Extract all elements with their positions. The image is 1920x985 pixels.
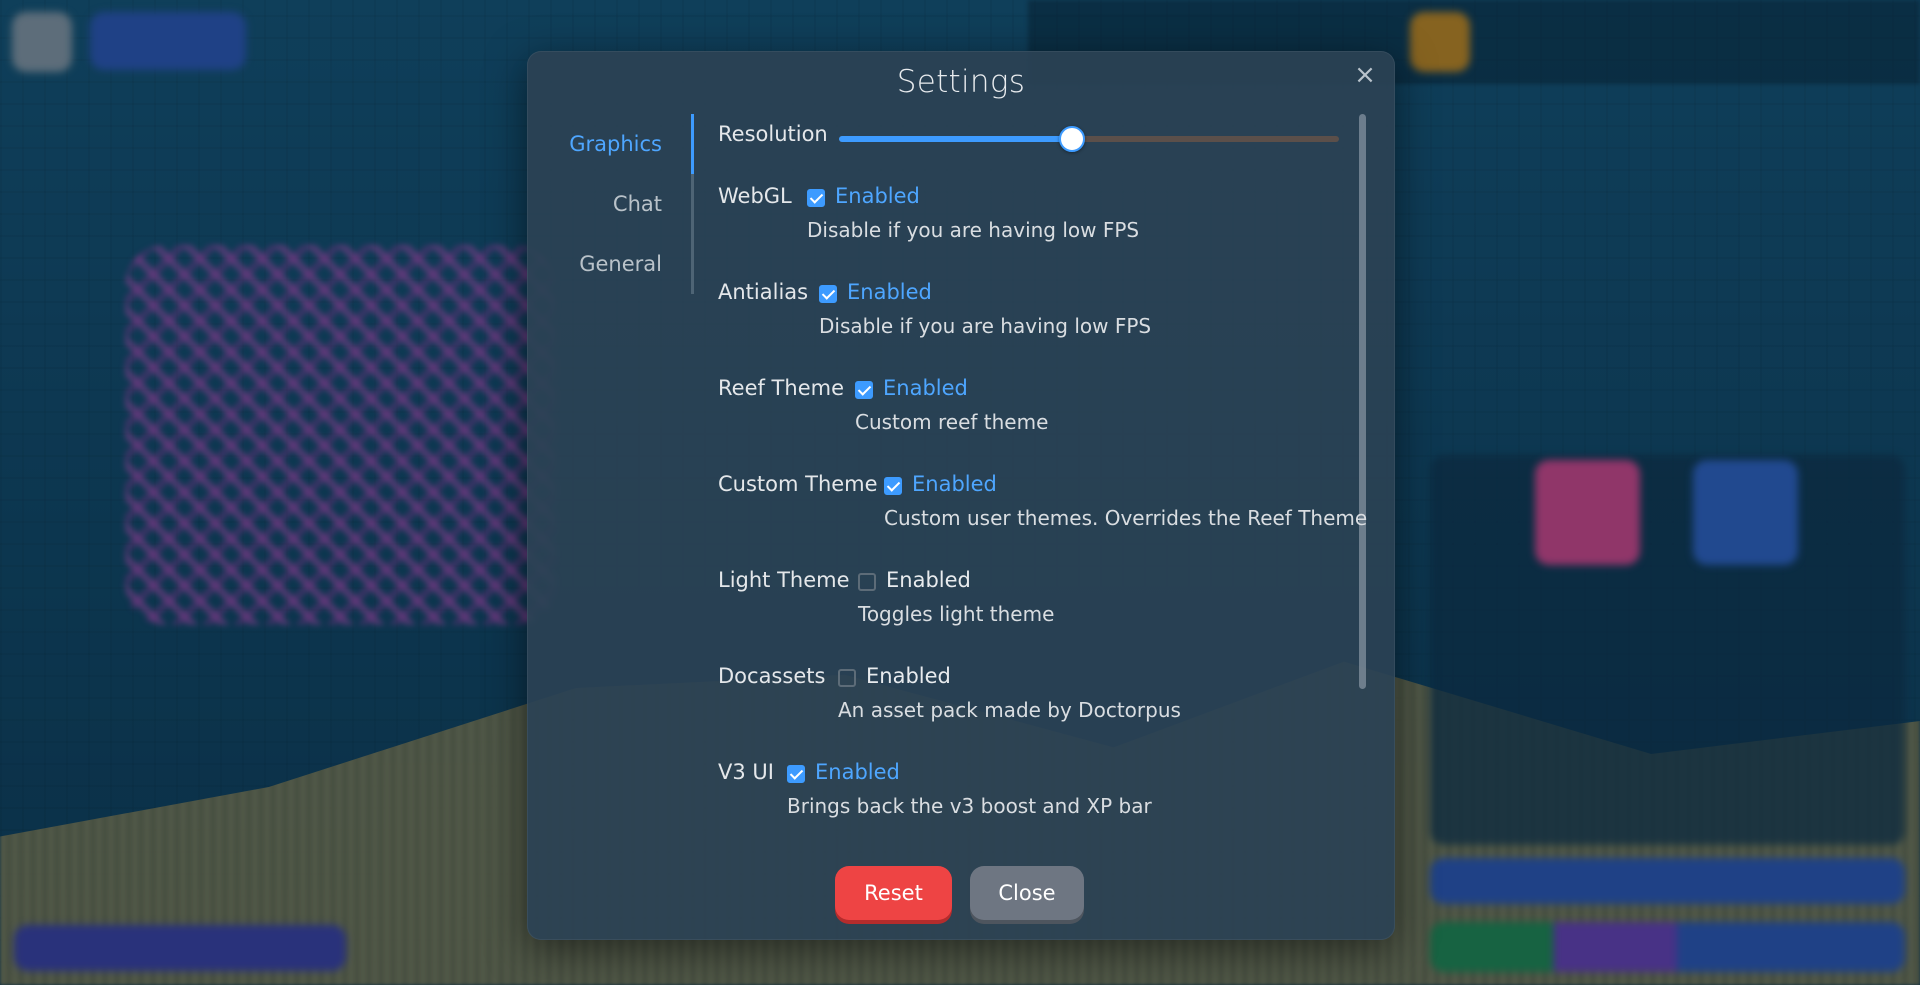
tab-general[interactable]: General xyxy=(528,234,694,294)
custom-theme-checkbox[interactable] xyxy=(884,477,902,495)
reef-theme-checkbox[interactable] xyxy=(855,381,873,399)
tab-chat[interactable]: Chat xyxy=(528,174,694,234)
reef-theme-state-label[interactable]: Enabled xyxy=(883,376,968,400)
resolution-slider-thumb[interactable] xyxy=(1058,126,1085,152)
graphics-settings-panel: Resolution WebGL Enabled Disable if you … xyxy=(718,114,1367,894)
webgl-checkbox[interactable] xyxy=(807,189,825,207)
docassets-checkbox[interactable] xyxy=(838,669,856,687)
settings-nav: Graphics Chat General xyxy=(528,114,694,294)
docassets-state-label[interactable]: Enabled xyxy=(866,664,951,688)
tab-graphics[interactable]: Graphics xyxy=(528,114,694,174)
settings-dialog: Settings × Graphics Chat General Resolut… xyxy=(527,51,1395,940)
antialias-state-label[interactable]: Enabled xyxy=(847,280,932,304)
custom-theme-state-label[interactable]: Enabled xyxy=(912,472,997,496)
resolution-row: Resolution xyxy=(718,122,1339,154)
setting-label: Reef Theme xyxy=(718,376,844,400)
resolution-label: Resolution xyxy=(718,122,828,146)
setting-description: Disable if you are having low FPS xyxy=(819,314,1152,338)
setting-description: An asset pack made by Doctorpus xyxy=(838,698,1181,722)
setting-description: Toggles light theme xyxy=(858,602,1055,626)
dialog-title: Settings xyxy=(896,64,1026,100)
reset-button[interactable]: Reset xyxy=(835,866,952,920)
scrollbar[interactable] xyxy=(1359,114,1366,689)
close-icon[interactable]: × xyxy=(1352,62,1378,88)
light-theme-state-label[interactable]: Enabled xyxy=(886,568,971,592)
v3-ui-checkbox[interactable] xyxy=(787,765,805,783)
setting-label: V3 UI xyxy=(718,760,774,784)
close-button[interactable]: Close xyxy=(970,866,1084,920)
antialias-checkbox[interactable] xyxy=(819,285,837,303)
v3-ui-state-label[interactable]: Enabled xyxy=(815,760,900,784)
resolution-slider[interactable] xyxy=(839,126,1339,152)
setting-label: Docassets xyxy=(718,664,826,688)
setting-description: Brings back the v3 boost and XP bar xyxy=(787,794,1152,818)
resolution-slider-fill xyxy=(839,136,1072,142)
light-theme-checkbox[interactable] xyxy=(858,573,876,591)
setting-description: Disable if you are having low FPS xyxy=(807,218,1140,242)
setting-label: Custom Theme xyxy=(718,472,878,496)
setting-label: WebGL xyxy=(718,184,792,208)
setting-description: Custom user themes. Overrides the Reef T… xyxy=(884,506,1368,530)
webgl-state-label[interactable]: Enabled xyxy=(835,184,920,208)
setting-label: Antialias xyxy=(718,280,809,304)
setting-description: Custom reef theme xyxy=(855,410,1049,434)
setting-label: Light Theme xyxy=(718,568,850,592)
